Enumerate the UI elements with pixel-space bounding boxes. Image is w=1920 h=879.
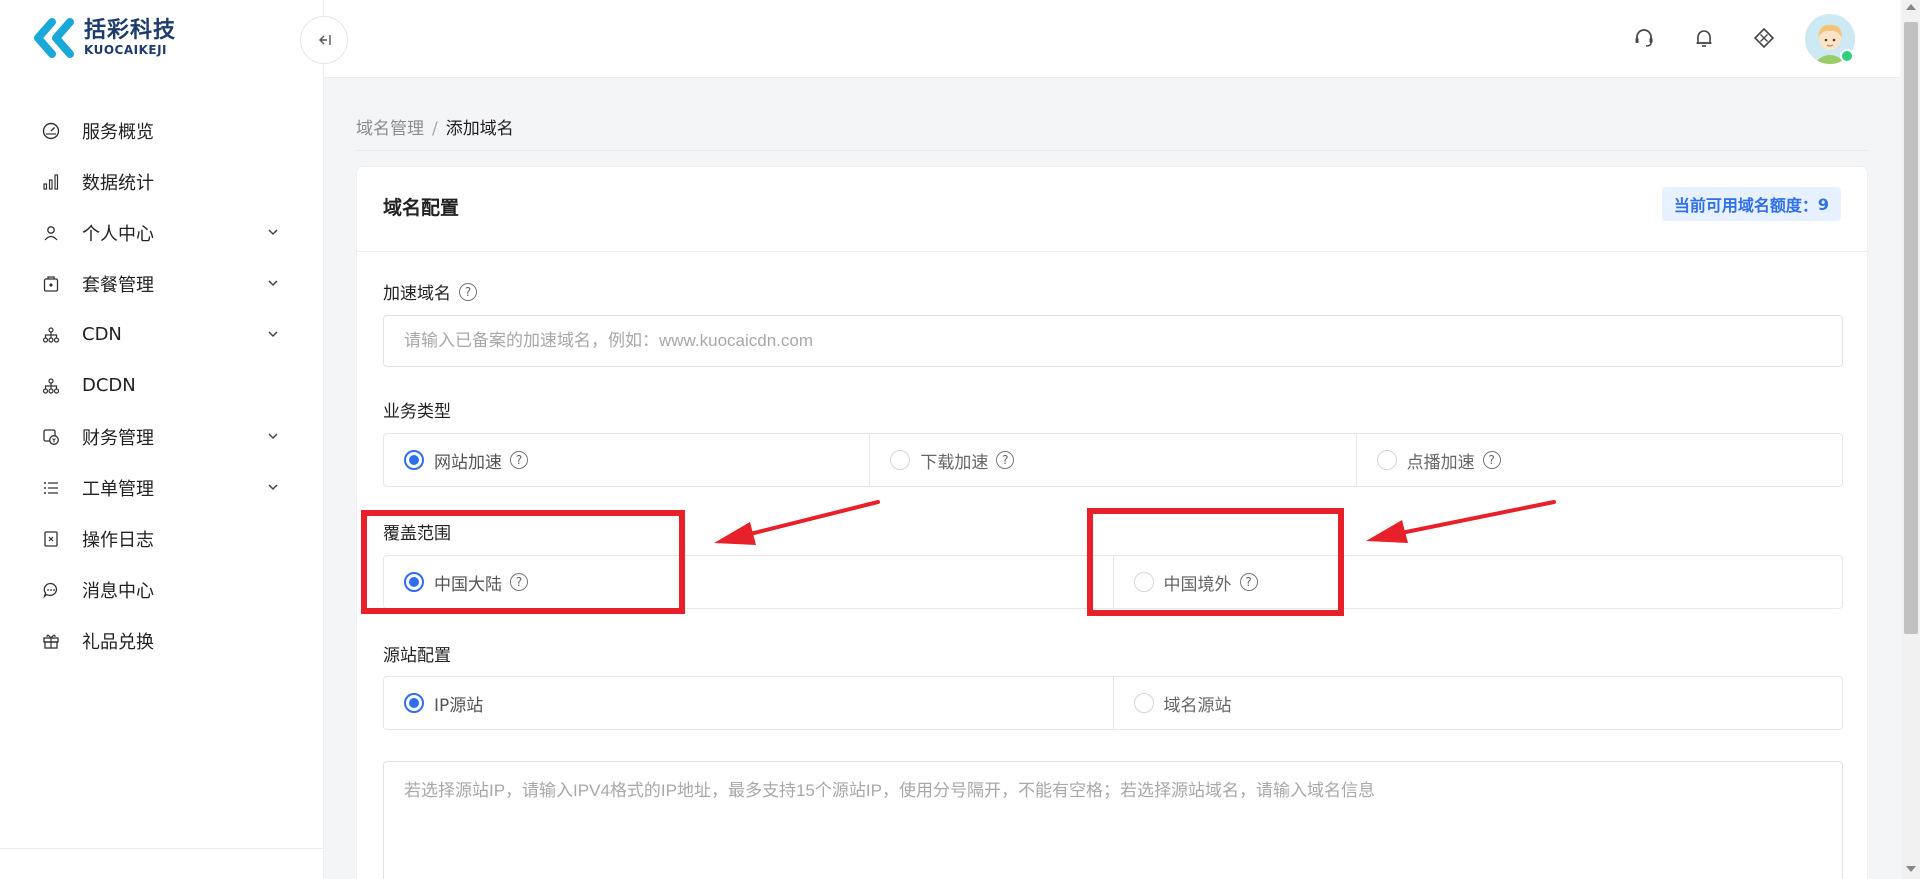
- message-icon: [42, 581, 60, 599]
- radio-domain-origin[interactable]: 域名源站: [1114, 677, 1843, 729]
- breadcrumb-parent-link[interactable]: 域名管理: [356, 119, 424, 139]
- radio-label: 网站加速: [434, 452, 502, 473]
- bar-chart-icon: [42, 173, 60, 191]
- bell-icon[interactable]: [1692, 26, 1716, 50]
- radio-label: IP源站: [434, 695, 484, 716]
- radio-checked-icon[interactable]: [404, 693, 424, 713]
- sidebar-item-package[interactable]: 套餐管理: [0, 258, 324, 309]
- headset-icon[interactable]: [1632, 26, 1656, 50]
- origin-radio-group: IP源站 域名源站: [383, 676, 1843, 730]
- user-icon: [42, 224, 60, 242]
- sidebar-item-statistics[interactable]: 数据统计: [0, 156, 324, 207]
- finance-icon: [42, 428, 60, 446]
- sidebar-item-label: 服务概览: [82, 121, 154, 143]
- radio-checked-icon[interactable]: [404, 450, 424, 470]
- annotation-box-mainland: [361, 510, 685, 614]
- radio-label: 域名源站: [1163, 695, 1232, 716]
- card-title: 域名配置: [383, 197, 460, 219]
- radio-ip-origin[interactable]: IP源站: [384, 677, 1114, 729]
- help-icon[interactable]: ?: [1482, 451, 1501, 469]
- sidebar-item-label: 个人中心: [82, 223, 154, 245]
- sidebar-item-profile[interactable]: 个人中心: [0, 207, 324, 258]
- radio-label: 下载加速: [920, 452, 989, 473]
- logo-name-cn: 括彩科技: [84, 18, 177, 44]
- domain-field-label: 加速域名 ?: [383, 279, 477, 304]
- radio-download-acceleration[interactable]: 下载加速 ?: [870, 434, 1357, 486]
- collapse-arrow-icon: [319, 35, 331, 45]
- chevron-down-icon[interactable]: [266, 480, 280, 494]
- domain-input[interactable]: [383, 315, 1843, 367]
- sidebar-item-gifts[interactable]: 礼品兑换: [0, 615, 324, 666]
- logo-name-en: KUOCAIKEJI: [84, 42, 168, 57]
- dashboard-icon: [42, 122, 60, 140]
- package-icon: [42, 275, 60, 293]
- origin-address-textarea[interactable]: [383, 761, 1843, 879]
- card-header-divider: [357, 251, 1869, 252]
- breadcrumb-current: 添加域名: [445, 119, 514, 139]
- sidebar-item-label: 数据统计: [82, 172, 154, 194]
- radio-vod-acceleration[interactable]: 点播加速 ?: [1357, 434, 1842, 486]
- sidebar-divider: [0, 848, 324, 849]
- sidebar-item-logs[interactable]: 操作日志: [0, 513, 324, 564]
- sidebar-item-label: DCDN: [82, 375, 136, 396]
- quota-label: 当前可用域名额度：: [1673, 196, 1818, 215]
- chevron-down-icon[interactable]: [266, 429, 280, 443]
- sidebar-item-label: CDN: [82, 324, 122, 345]
- sidebar-item-cdn[interactable]: CDN: [0, 309, 324, 360]
- sidebar-item-label: 礼品兑换: [82, 631, 154, 653]
- breadcrumb: 域名管理 / 添加域名: [356, 114, 514, 139]
- diamond-icon[interactable]: [1752, 26, 1776, 50]
- help-icon[interactable]: ?: [996, 451, 1015, 469]
- quota-value: 9: [1817, 194, 1829, 214]
- business-type-label: 业务类型: [383, 397, 451, 422]
- gift-icon: [42, 632, 60, 650]
- chevron-down-icon[interactable]: [266, 225, 280, 239]
- radio-unchecked-icon[interactable]: [1133, 693, 1154, 713]
- breadcrumb-separator: /: [432, 119, 438, 139]
- radio-label: 点播加速: [1406, 452, 1475, 473]
- scrollbar-thumb[interactable]: [1904, 22, 1918, 634]
- collapse-sidebar-button[interactable]: [300, 16, 348, 64]
- list-icon: [42, 479, 60, 497]
- sidebar-nav: 服务概览 数据统计 个人中心 套餐管理 CDN DCDN 财务管理 工单管理 操…: [0, 105, 324, 666]
- domain-label-text: 加速域名: [383, 284, 451, 304]
- help-icon[interactable]: ?: [459, 282, 477, 301]
- sidebar-item-label: 财务管理: [82, 427, 154, 449]
- scroll-down-arrow-icon[interactable]: [1906, 866, 1916, 872]
- radio-unchecked-icon[interactable]: [890, 450, 911, 470]
- network-icon: [42, 326, 60, 344]
- network-icon: [42, 377, 60, 395]
- scroll-up-arrow-icon[interactable]: [1906, 4, 1916, 10]
- origin-label-text: 源站配置: [383, 646, 451, 666]
- sidebar-item-label: 消息中心: [82, 580, 154, 602]
- sidebar-item-finance[interactable]: 财务管理: [0, 411, 324, 462]
- sidebar: 括彩科技 KUOCAIKEJI 服务概览 数据统计 个人中心 套餐管理 CDN …: [0, 0, 324, 879]
- sidebar-item-label: 工单管理: [82, 478, 154, 500]
- business-type-label-text: 业务类型: [383, 402, 451, 422]
- sidebar-item-messages[interactable]: 消息中心: [0, 564, 324, 615]
- radio-website-acceleration[interactable]: 网站加速 ?: [384, 434, 871, 486]
- chevron-down-icon[interactable]: [266, 327, 280, 341]
- sidebar-item-label: 操作日志: [82, 529, 154, 551]
- radio-unchecked-icon[interactable]: [1376, 450, 1397, 470]
- logo[interactable]: 括彩科技 KUOCAIKEJI: [34, 18, 176, 58]
- sidebar-item-overview[interactable]: 服务概览: [0, 105, 324, 156]
- top-header: [324, 0, 1900, 78]
- breadcrumb-divider: [356, 150, 1868, 151]
- domain-quota-badge: 当前可用域名额度： 9: [1661, 187, 1841, 221]
- sidebar-item-dcdn[interactable]: DCDN: [0, 360, 324, 411]
- online-status-dot: [1840, 49, 1854, 63]
- business-type-radio-group: 网站加速 ? 下载加速 ? 点播加速 ?: [383, 433, 1843, 487]
- origin-label: 源站配置: [383, 641, 451, 666]
- annotation-box-overseas: [1087, 508, 1344, 616]
- log-icon: [42, 530, 60, 548]
- sidebar-item-label: 套餐管理: [82, 274, 154, 296]
- sidebar-item-tickets[interactable]: 工单管理: [0, 462, 324, 513]
- chevron-down-icon[interactable]: [266, 276, 280, 290]
- logo-mark-icon: [34, 18, 74, 58]
- help-icon[interactable]: ?: [510, 451, 528, 469]
